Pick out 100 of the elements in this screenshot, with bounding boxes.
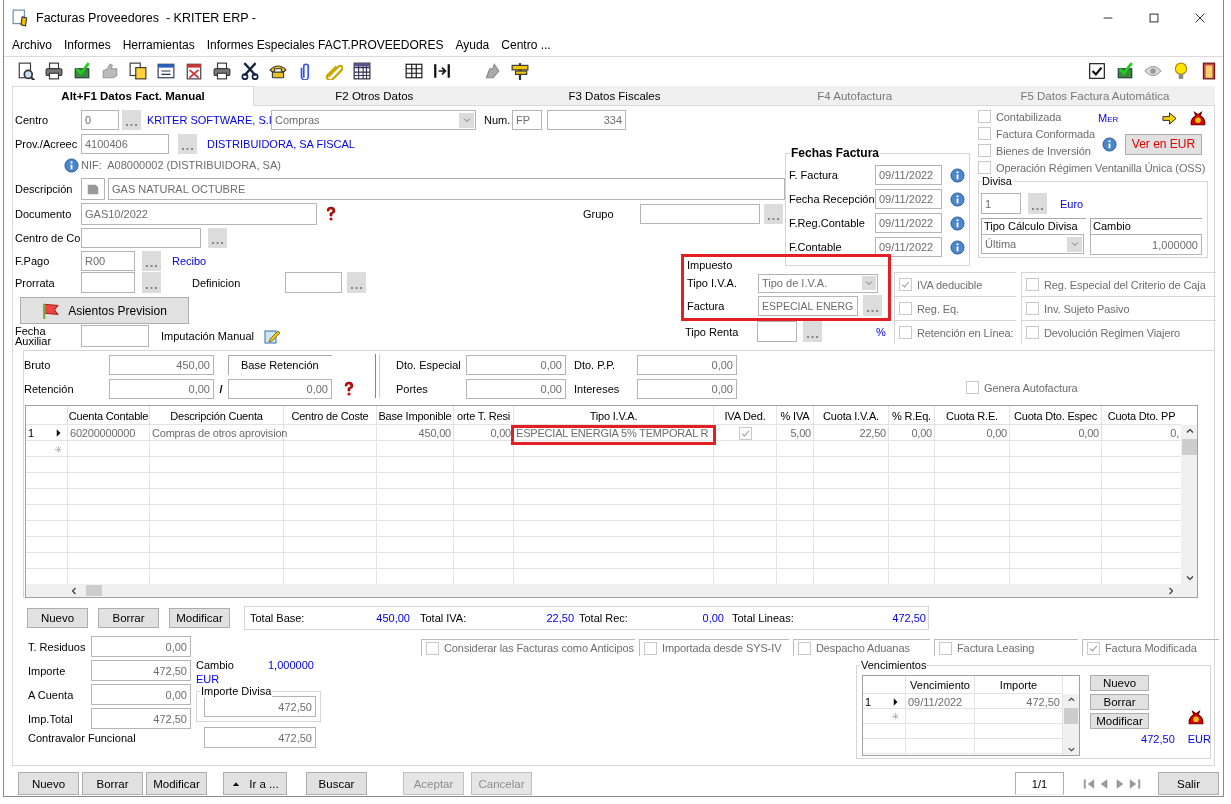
input-field[interactable]: 1,000000 [1090,234,1202,255]
checkbox[interactable] [978,144,991,157]
column-header[interactable]: Cuota R.E. [935,406,1010,425]
mer-link[interactable]: Mer [1098,112,1119,124]
menu-item[interactable]: Herramientas [122,38,195,52]
input-field[interactable] [81,228,201,248]
browse-button[interactable] [764,204,783,224]
input-field[interactable]: 450,00 [109,354,214,375]
checkbox[interactable] [899,326,912,339]
grid-icon[interactable] [353,62,371,80]
calendar-icon[interactable] [185,62,203,80]
button[interactable]: Ir a ... [223,772,287,795]
lightbulb-icon[interactable] [1172,62,1190,80]
column-header[interactable]: Cuota Dto. PP [1102,406,1182,425]
column-header[interactable]: Vencimiento [906,676,975,694]
paperclip-icon[interactable] [325,62,343,80]
checkbox[interactable] [1026,326,1039,339]
input-field[interactable]: R00 [81,251,135,271]
button[interactable]: Salir [1158,772,1219,795]
input-field[interactable]: GAS NATURAL OCTUBRE [108,178,785,200]
browse-button[interactable] [142,272,161,293]
vertical-scrollbar[interactable] [1063,694,1079,755]
checkbox-icon[interactable] [1088,62,1106,80]
checkbox[interactable] [798,641,811,655]
link[interactable]: KRITER SOFTWARE, S.I [147,114,271,126]
input-field[interactable]: 0,00 [91,636,191,657]
input-field[interactable]: 09/11/2022 [875,165,942,185]
checkbox[interactable] [738,426,752,440]
dropdown[interactable]: Última [981,234,1084,254]
menu-item[interactable]: Archivo [12,38,52,52]
column-header[interactable]: Centro de Coste [284,406,377,425]
scrollbar-thumb[interactable] [1064,708,1078,724]
button[interactable]: Borrar [98,608,159,628]
scrollbar-thumb[interactable] [86,585,102,596]
column-header[interactable]: % R.Eq. [889,406,935,425]
menu-item[interactable]: Informes Especiales FACT.PROVEEDORES [206,38,444,52]
button[interactable]: Borrar [1090,694,1149,710]
input-field[interactable]: GAS10/2022 [81,203,317,225]
input-field[interactable]: 0,00 [109,378,214,399]
menu-item[interactable]: Ayuda [455,38,490,52]
printer-icon[interactable] [213,62,231,80]
exit-icon[interactable] [1200,62,1218,80]
input-field[interactable]: 09/11/2022 [875,237,942,257]
browse-button[interactable] [122,110,141,130]
asientos-prevision-button[interactable]: Asientos Prevision [20,297,189,324]
input-field[interactable]: 472,50 [91,708,191,729]
link[interactable]: Recibo [172,255,207,267]
browse-button[interactable] [863,295,882,316]
input-field[interactable]: 1 [981,193,1021,214]
column-header[interactable]: orte T. Resi [454,406,514,425]
dropdown[interactable]: Compras [271,110,476,130]
browse-button[interactable] [347,272,366,293]
column-header[interactable]: Tipo I.V.A. [514,406,714,425]
signpost-icon[interactable] [511,62,529,80]
input-field[interactable]: 472,50 [204,696,316,717]
button[interactable]: Modificar [169,608,230,628]
checkbox[interactable] [1026,302,1039,315]
link[interactable]: DISTRIBUIDORA, SA FISCAL [207,138,355,150]
browse-button[interactable] [142,251,161,271]
hand-icon[interactable] [101,62,119,80]
printer-icon[interactable] [45,62,63,80]
button[interactable]: Nuevo [18,772,79,795]
column-header[interactable]: Importe [975,676,1063,694]
column-header[interactable]: Cuota I.V.A. [814,406,889,425]
column-header[interactable]: Descripción Cuenta [150,406,284,425]
input-field[interactable]: 0,00 [91,684,191,705]
browse-button[interactable] [178,134,197,154]
checkbox[interactable] [426,641,439,655]
input-field[interactable]: 09/11/2022 [875,189,942,209]
column-header[interactable]: Cuenta Contable [68,406,150,425]
input-field[interactable]: 0,00 [637,354,737,375]
ver-en-eur-button[interactable]: Ver en EUR [1125,133,1202,155]
column-header[interactable]: Cuota Dto. Espec [1010,406,1102,425]
column-header[interactable]: IVA Ded. [714,406,777,425]
input-field[interactable]: 0,00 [637,378,737,399]
checkbox[interactable] [899,278,912,291]
dropdown[interactable]: Tipo de I.V.A. [758,273,878,293]
arrow-icon[interactable] [483,62,501,80]
checkbox[interactable] [939,641,952,655]
button[interactable]: Borrar [82,772,143,795]
browse-button[interactable] [1028,193,1047,214]
input-field[interactable]: 0,00 [466,354,566,375]
input-field[interactable]: 0,00 [228,378,332,399]
button[interactable]: Modificar [146,772,207,795]
note-button[interactable] [81,178,105,200]
tab[interactable]: Alt+F1 Datos Fact. Manual [12,85,255,106]
preview-icon[interactable] [17,62,35,80]
input-field[interactable] [757,321,797,342]
column-header[interactable]: Base Imponible [377,406,454,425]
input-field[interactable]: ESPECIAL ENERG [758,295,858,316]
input-field[interactable] [640,204,760,224]
column-header[interactable]: % IVA [777,406,814,425]
menu-item[interactable]: Informes [64,38,111,52]
input-field[interactable] [81,272,135,293]
browse-button[interactable] [208,228,227,248]
checkbox[interactable] [1026,278,1039,291]
input-field[interactable] [81,325,149,347]
checkbox[interactable] [899,302,912,315]
input-field[interactable]: 472,50 [204,727,316,748]
copy-icon[interactable] [129,62,147,80]
